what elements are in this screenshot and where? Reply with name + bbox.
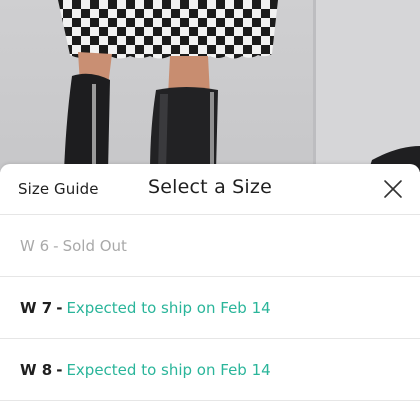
size-option-w7[interactable]: W 7 - Expected to ship on Feb 14 xyxy=(0,277,420,339)
product-photo xyxy=(0,0,420,172)
size-status: Sold Out xyxy=(62,236,127,255)
sheet-title: Select a Size xyxy=(148,176,272,198)
size-label: W 8 xyxy=(20,360,53,379)
size-separator: - xyxy=(53,236,59,255)
size-separator: - xyxy=(56,298,63,317)
close-button[interactable] xyxy=(382,178,404,200)
size-label: W 6 xyxy=(20,236,50,255)
product-image xyxy=(58,0,420,172)
size-separator: - xyxy=(56,360,63,379)
size-selection-sheet: Size Guide Select a Size W 6 - Sold Out … xyxy=(0,164,420,420)
close-icon xyxy=(384,180,402,198)
size-picker-screen: Size Guide Select a Size W 6 - Sold Out … xyxy=(0,0,420,420)
size-status: Expected to ship on Feb 14 xyxy=(66,298,271,317)
size-option-w8[interactable]: W 8 - Expected to ship on Feb 14 xyxy=(0,339,420,401)
sheet-header: Size Guide Select a Size xyxy=(0,164,420,215)
size-label: W 7 xyxy=(20,298,53,317)
size-status: Expected to ship on Feb 14 xyxy=(66,360,271,379)
size-option-w6[interactable]: W 6 - Sold Out xyxy=(0,215,420,277)
